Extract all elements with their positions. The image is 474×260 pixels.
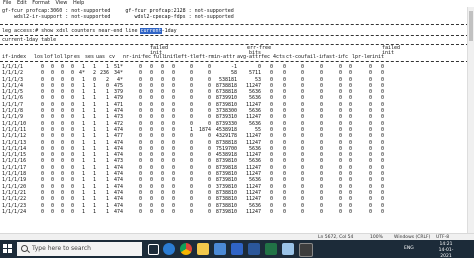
column-header: left-rs	[193, 54, 211, 60]
table-cell: 0	[300, 208, 304, 215]
task-view-icon[interactable]	[148, 244, 159, 255]
taskbar-search-box[interactable]: Type here to search	[17, 242, 142, 256]
column-header: uas	[96, 54, 106, 60]
command-prompt: leg access:# show xdsl counters near-end…	[2, 28, 141, 34]
table-cell: 0	[269, 208, 273, 215]
separator-line	[0, 44, 474, 47]
table-cell: 1	[81, 208, 85, 215]
row-if-index: 1/1/1/24	[2, 208, 27, 215]
edge-icon[interactable]	[163, 243, 175, 255]
menu-help[interactable]: Help	[73, 0, 84, 6]
taskbar-clock[interactable]: 14:21 14-01-2021	[436, 242, 456, 260]
clock-date: 14-01-2021	[438, 248, 454, 259]
table-cell: 11247	[245, 208, 261, 215]
column-header: cv	[109, 54, 116, 60]
command-line: leg access:# show xdsl counters near-end…	[2, 28, 177, 34]
table-title: current-1day table	[2, 37, 57, 43]
store-icon[interactable]	[214, 243, 226, 255]
taskbar: Type here to search ENG 14:21 14-01-2021	[0, 240, 474, 260]
table-cell: 0	[160, 208, 164, 215]
table-cell: 0	[138, 208, 142, 215]
column-header: los	[34, 54, 44, 60]
terminal-icon[interactable]	[299, 243, 313, 257]
table-row: 1/1/1/24 0 0 0 0 1 1 1 474 0 0 0 0 0 0 8739810 11247 0 0 0 0…	[2, 209, 384, 215]
table-cell: 474	[113, 208, 123, 215]
table-cell: 0	[189, 208, 193, 215]
menu-view[interactable]: View	[55, 0, 67, 6]
table-cell: 0	[380, 208, 384, 215]
table-cell: 0	[338, 208, 342, 215]
menu-file[interactable]: File	[3, 0, 11, 6]
table-cell: 0	[70, 208, 74, 215]
table-cell: 0	[60, 208, 64, 215]
column-header: fec	[142, 54, 152, 60]
menu-format[interactable]: Format	[32, 0, 50, 6]
column-header: lol	[54, 54, 64, 60]
table-cell: 0	[319, 208, 323, 215]
table-cell: 0	[50, 208, 54, 215]
separator-line	[0, 24, 474, 27]
counters-table: 1/1/1/1 0 0 0 0 1 1 1 51* 0 0 0 0 0 0 -1 0 0 0 0 0 0 0 0 0 1/1/1/…	[2, 64, 384, 215]
chrome-icon[interactable]	[180, 243, 192, 255]
table-cell: 1	[92, 208, 96, 215]
column-header: left-ts	[175, 54, 193, 60]
column-header: init	[164, 54, 175, 60]
column-header: lof	[44, 54, 54, 60]
excel-icon[interactable]	[265, 243, 277, 255]
table-cell: 0	[149, 208, 153, 215]
column-header: ses	[85, 54, 95, 60]
word-icon[interactable]	[248, 243, 260, 255]
table-cell: 0	[368, 208, 372, 215]
column-header: lpr-length	[352, 54, 372, 60]
menu-bar: File Edit Format View Help	[0, 0, 474, 7]
column-header: 4cts	[273, 54, 286, 60]
separator-line	[0, 35, 474, 38]
column-header: es	[74, 54, 81, 60]
column-header: init	[372, 54, 384, 60]
column-header: full	[153, 54, 164, 60]
output-line: wdsl2-ir-support : not-supported wdsl2-c…	[2, 14, 234, 20]
table-cell: 0	[207, 208, 211, 215]
column-header: fec	[261, 54, 271, 60]
counters-header: if-index los lof lol lpr es ses uas cv nr-init fec…	[2, 54, 384, 60]
menu-edit[interactable]: Edit	[17, 0, 27, 6]
column-header: ct-count	[286, 54, 304, 60]
column-header: fc	[342, 54, 349, 60]
text-editor-area[interactable]: gf-fcur profcap:3060 : not-supported gf-…	[0, 7, 474, 233]
notepad-icon[interactable]	[282, 243, 294, 255]
tray-language[interactable]: ENG	[404, 240, 414, 258]
column-header: avg-attr	[237, 54, 261, 60]
column-header-row: if-index los lof lol lpr es ses uas cv nr-init fec…	[2, 54, 384, 60]
search-placeholder: Type here to search	[32, 245, 91, 252]
file-explorer-icon[interactable]	[197, 243, 209, 255]
column-header: fast-init	[323, 54, 342, 60]
column-header: min-attr	[211, 54, 236, 60]
column-header: nr-init	[123, 54, 142, 60]
windows-start-icon[interactable]	[3, 244, 13, 254]
column-header: fail-init	[304, 54, 323, 60]
table-cell: 0	[40, 208, 44, 215]
table-cell: 0	[348, 208, 352, 215]
table-cell: 8739810	[215, 208, 237, 215]
mail-icon[interactable]	[231, 243, 243, 255]
command-suffix: -1day	[161, 28, 177, 34]
selected-text: current	[140, 28, 162, 34]
table-cell: 1	[105, 208, 109, 215]
search-icon	[21, 245, 28, 252]
column-header: if-index	[2, 54, 27, 60]
column-header: lpr	[64, 54, 74, 60]
table-cell: 0	[171, 208, 175, 215]
table-cell: 0	[282, 208, 286, 215]
scrollbar-thumb[interactable]	[469, 11, 473, 41]
